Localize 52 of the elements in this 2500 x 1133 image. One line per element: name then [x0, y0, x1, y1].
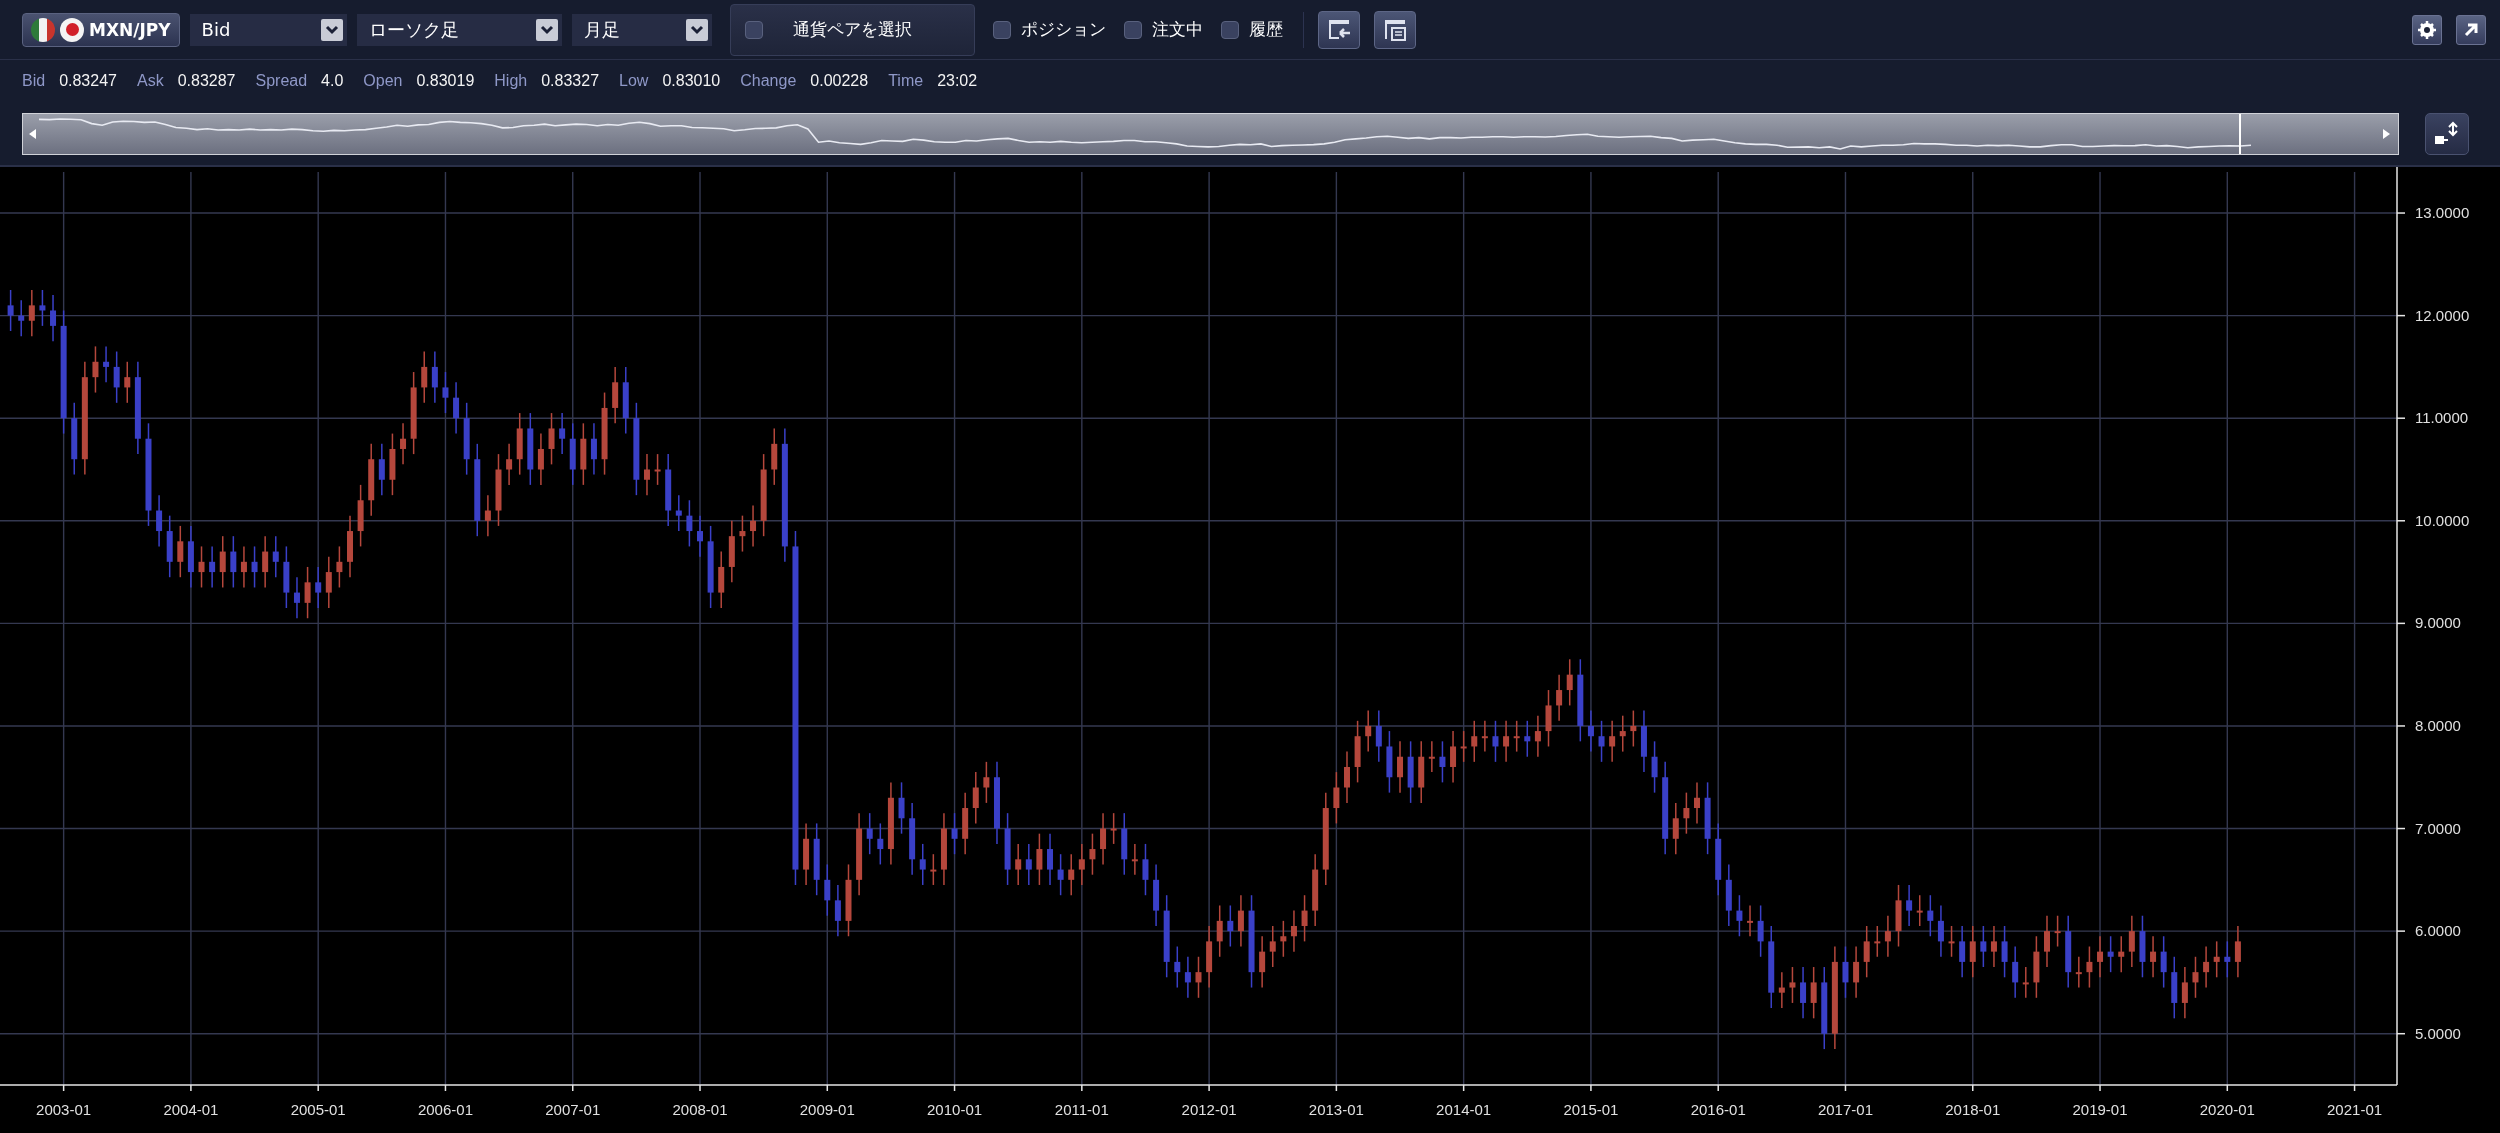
x-axis-label: 2011-01	[1054, 1101, 1109, 1118]
pair-select-button[interactable]: 通貨ペアを選択	[729, 3, 975, 56]
x-axis-label: 2004-01	[163, 1101, 219, 1118]
x-axis-label: 2014-01	[1436, 1101, 1492, 1118]
quote-value: 4.0	[321, 72, 344, 90]
quote-value: 0.83019	[416, 72, 475, 90]
x-axis-label: 2020-01	[2199, 1101, 2255, 1118]
quote-value: 23:02	[937, 72, 978, 90]
quote-value: 0.83287	[177, 72, 236, 90]
y-axis-label: 9.0000	[2415, 614, 2461, 632]
y-axis-label: 6.0000	[2415, 922, 2461, 940]
checkbox-label: ポジション	[1020, 18, 1106, 41]
checkbox-label: 注文中	[1151, 18, 1203, 41]
x-axis-label: 2018-01	[1945, 1101, 2001, 1118]
quote-label: Open	[363, 72, 403, 90]
quote-value: 0.83247	[59, 72, 117, 90]
quote-value: 0.00228	[810, 72, 869, 90]
quote-label: Spread	[255, 72, 308, 90]
x-axis-label: 2012-01	[1181, 1101, 1237, 1118]
x-axis-label: 2013-01	[1308, 1101, 1364, 1118]
checkbox-label: 履歴	[1248, 18, 1283, 41]
quote-label: Time	[888, 72, 924, 90]
dropdown[interactable]: Bid	[189, 13, 347, 46]
y-axis-label: 12.0000	[2415, 306, 2470, 324]
x-axis-label: 2017-01	[1817, 1101, 1873, 1118]
x-axis-label: 2016-01	[1690, 1101, 1746, 1118]
y-axis-label: 8.0000	[2415, 716, 2461, 734]
x-axis-label: 2008-01	[672, 1101, 728, 1118]
x-axis-label: 2015-01	[1563, 1101, 1619, 1118]
x-axis-label: 2009-01	[799, 1101, 855, 1118]
y-axis-label: 11.0000	[2415, 409, 2469, 427]
y-axis-label: 5.0000	[2415, 1024, 2461, 1042]
x-axis-label: 2021-01	[2327, 1101, 2383, 1118]
dropdown[interactable]: 月足	[571, 13, 712, 46]
currency-pair-button[interactable]: MXN/JPY	[22, 12, 180, 47]
y-axis-label: 13.0000	[2415, 204, 2470, 222]
x-axis-label: 2003-01	[36, 1101, 92, 1118]
x-axis-label: 2006-01	[417, 1101, 473, 1118]
x-axis-label: 2007-01	[545, 1101, 601, 1118]
x-axis-label: 2005-01	[290, 1101, 346, 1118]
quote-value: 0.83327	[541, 72, 600, 90]
quote-label: Change	[740, 72, 797, 90]
x-axis-label: 2010-01	[927, 1101, 983, 1118]
quote-value: 0.83010	[662, 72, 721, 90]
dropdown[interactable]: ローソク足	[356, 13, 562, 46]
x-axis-label: 2019-01	[2072, 1101, 2128, 1118]
quote-label: Bid	[22, 72, 46, 90]
y-axis-label: 10.0000	[2415, 511, 2470, 529]
y-axis-label: 7.0000	[2415, 819, 2461, 837]
quote-label: Low	[619, 72, 649, 90]
quote-label: Ask	[136, 72, 164, 90]
quote-label: High	[494, 72, 528, 90]
